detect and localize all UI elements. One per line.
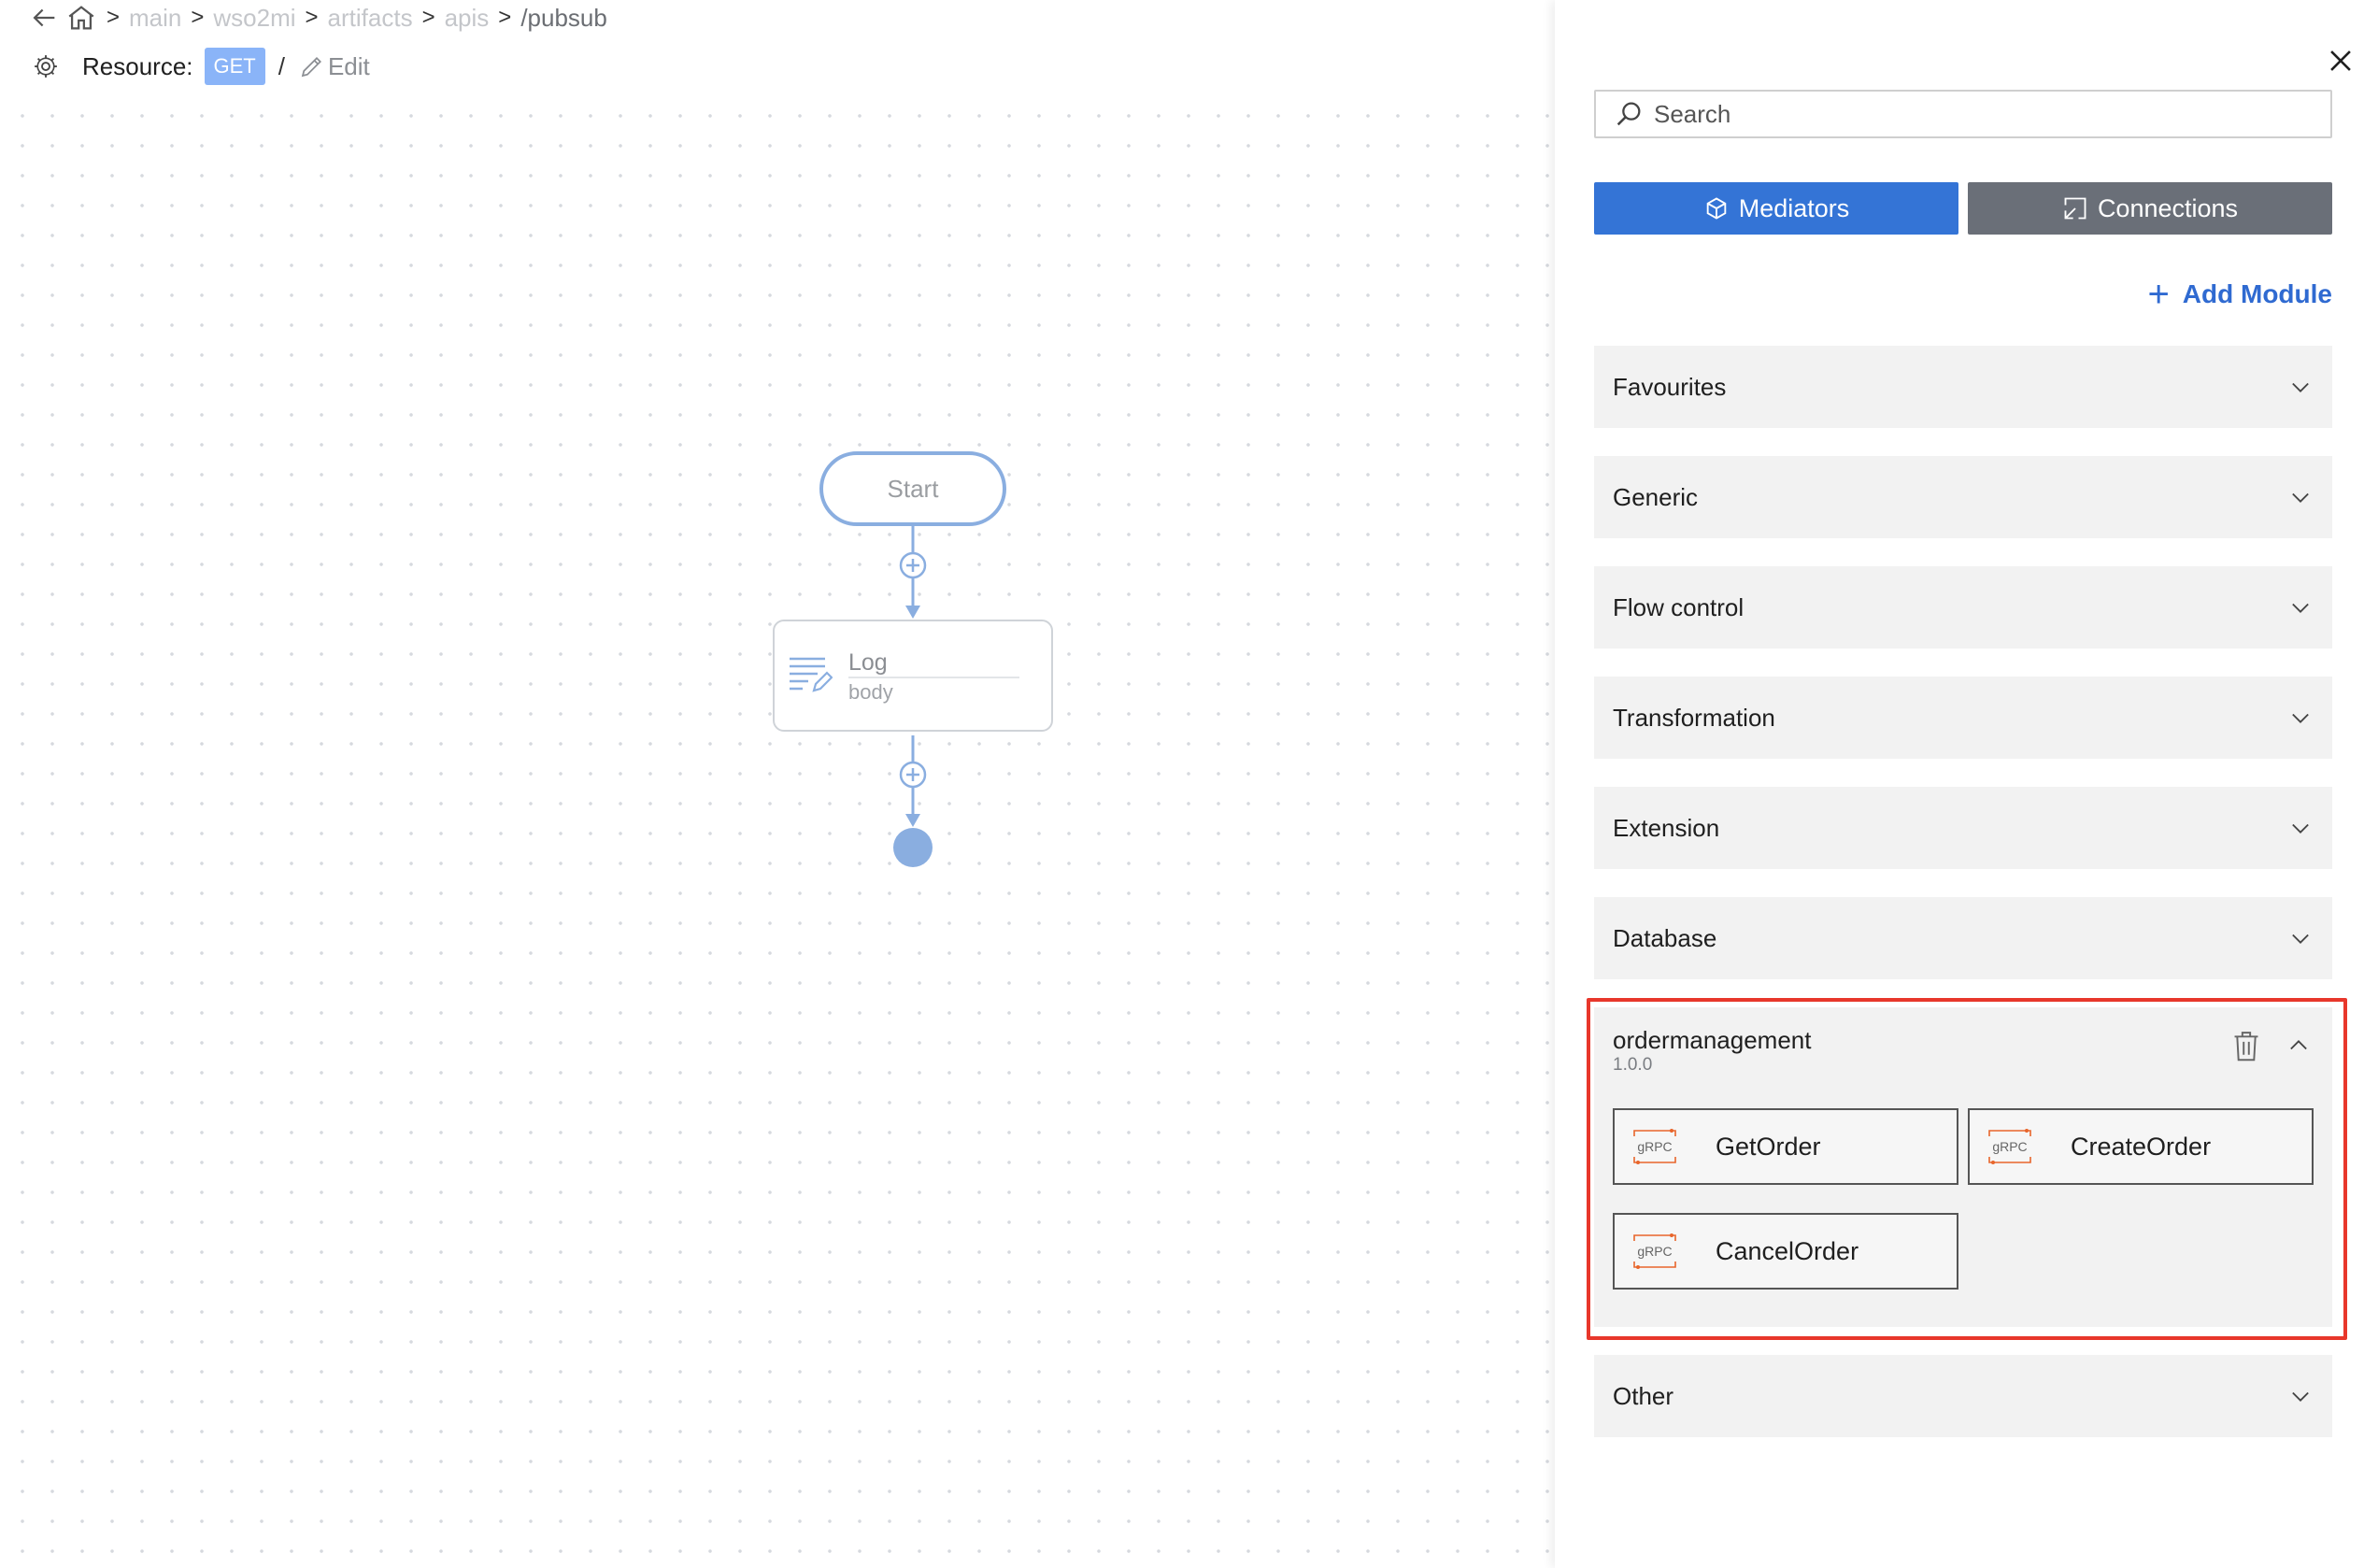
breadcrumb-separator: > (421, 5, 435, 30)
trash-icon[interactable] (2230, 1029, 2262, 1062)
search-icon (1616, 102, 1641, 126)
breadcrumb-main[interactable]: main (129, 4, 181, 33)
grpc-icon: gRPC (1633, 1129, 1676, 1164)
mediators-tab-label: Mediators (1738, 193, 1850, 222)
resource-row: Resource: GET / Edit (32, 45, 370, 88)
module-version: 1.0.0 (1613, 1055, 1653, 1075)
canvas-header: > main > wso2mi > artifacts > apis > /pu… (0, 0, 1555, 93)
chevron-down-icon (2292, 603, 2309, 613)
category-generic[interactable]: Generic (1594, 456, 2332, 538)
add-module-label: Add Module (2182, 279, 2332, 308)
breadcrumb-wso2mi[interactable]: wso2mi (213, 4, 295, 33)
category-other[interactable]: Other (1594, 1355, 2332, 1437)
breadcrumb-artifacts[interactable]: artifacts (328, 4, 413, 33)
operation-label: CreateOrder (2071, 1132, 2212, 1161)
breadcrumb-apis[interactable]: apis (445, 4, 490, 33)
connector-arrow (905, 814, 920, 827)
start-node[interactable]: Start (819, 451, 1006, 526)
connections-tab[interactable]: Connections (1968, 182, 2332, 235)
operation-label: GetOrder (1716, 1132, 1821, 1161)
plus-icon: + (2147, 274, 2170, 315)
category-database[interactable]: Database (1594, 897, 2332, 979)
chevron-down-icon (2292, 492, 2309, 503)
divider (848, 677, 1019, 678)
connections-tab-label: Connections (2097, 193, 2239, 222)
breadcrumb-separator: > (191, 5, 205, 30)
pencil-icon (301, 57, 321, 78)
home-icon[interactable] (65, 2, 97, 34)
end-node (893, 828, 933, 867)
category-label: Flow control (1613, 592, 1745, 621)
svg-text:gRPC: gRPC (1637, 1244, 1672, 1259)
svg-text:gRPC: gRPC (1992, 1139, 2027, 1154)
chevron-down-icon (2292, 1391, 2309, 1402)
chevron-down-icon (2292, 713, 2309, 723)
connection-icon (2064, 197, 2086, 220)
breadcrumb: > main > wso2mi > artifacts > apis > /pu… (28, 0, 613, 36)
category-transformation[interactable]: Transformation (1594, 677, 2332, 759)
category-label: Database (1613, 923, 1717, 952)
add-module-button[interactable]: + Add Module (2147, 276, 2332, 313)
category-label: Extension (1613, 813, 1720, 842)
method-badge: GET (204, 48, 265, 85)
grpc-icon: gRPC (1633, 1233, 1676, 1269)
edit-button[interactable]: Edit (298, 52, 370, 81)
edit-label: Edit (327, 51, 370, 80)
operation-label: CancelOrder (1716, 1236, 1859, 1265)
category-label: Favourites (1613, 372, 1727, 401)
search-input[interactable] (1654, 99, 2214, 129)
breadcrumb-separator: > (498, 5, 512, 30)
log-mediator-node[interactable]: Log body (773, 620, 1053, 732)
module-ordermanagement: ordermanagement 1.0.0 gRPC GetOrder gRPC… (1594, 1007, 2332, 1327)
category-flow-control[interactable]: Flow control (1594, 566, 2332, 649)
chevron-down-icon (2292, 823, 2309, 834)
breadcrumb-separator: > (107, 5, 121, 30)
resource-path: / (278, 51, 285, 80)
flow-connectors (893, 526, 933, 867)
chevron-down-icon (2292, 382, 2309, 392)
close-icon[interactable] (2325, 45, 2357, 77)
svg-text:gRPC: gRPC (1637, 1139, 1672, 1154)
operation-cancelorder[interactable]: gRPC CancelOrder (1613, 1213, 1958, 1290)
operation-createorder[interactable]: gRPC CreateOrder (1968, 1108, 2314, 1185)
grpc-icon: gRPC (1988, 1129, 2031, 1164)
connector-arrow (905, 606, 920, 619)
mediators-tab[interactable]: Mediators (1594, 182, 1958, 235)
category-favourites[interactable]: Favourites (1594, 346, 2332, 428)
log-icon (790, 657, 833, 692)
log-subtitle: body (848, 680, 893, 704)
cube-icon (1706, 197, 1726, 220)
chevron-up-icon[interactable] (2286, 1033, 2312, 1059)
chevron-down-icon (2292, 934, 2309, 944)
breadcrumb-current: /pubsub (520, 3, 607, 32)
gear-icon[interactable] (32, 52, 60, 80)
arrow-left-icon[interactable] (28, 2, 60, 34)
search-box[interactable] (1594, 90, 2332, 138)
add-node-icon[interactable] (899, 761, 927, 789)
mediator-palette-panel: Mediators Connections + Add Module Favou… (1555, 0, 2364, 1568)
category-label: Other (1613, 1381, 1674, 1410)
resource-label: Resource: (82, 51, 193, 80)
start-label: Start (887, 474, 939, 503)
category-label: Transformation (1613, 703, 1775, 732)
breadcrumb-separator: > (305, 5, 319, 30)
operation-getorder[interactable]: gRPC GetOrder (1613, 1108, 1958, 1185)
module-name: ordermanagement (1613, 1026, 1812, 1054)
log-title: Log (848, 649, 888, 676)
flow-canvas[interactable]: > main > wso2mi > artifacts > apis > /pu… (0, 0, 1555, 1568)
add-node-icon[interactable] (899, 551, 927, 579)
category-extension[interactable]: Extension (1594, 787, 2332, 869)
category-label: Generic (1613, 482, 1699, 511)
